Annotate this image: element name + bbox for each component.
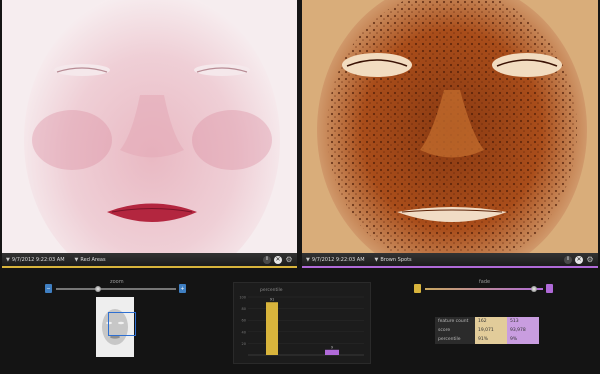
chart-data-label: 91 xyxy=(270,298,274,302)
stat-label: percentile xyxy=(435,335,475,344)
right-date-selector[interactable]: 9/7/2012 9:22:03 AM xyxy=(312,257,365,263)
chart-y-tick-label: 20 xyxy=(242,342,246,346)
chart-y-tick-label: 100 xyxy=(239,296,246,300)
right-mode-label: Brown Spots xyxy=(380,256,412,263)
table-row: feature count 162 513 xyxy=(435,317,539,326)
gear-icon[interactable]: ⚙ xyxy=(285,255,293,264)
chart-bar xyxy=(266,302,278,355)
mode-dropdown-arrow-icon: ▼ xyxy=(374,256,379,263)
zoom-label: zoom xyxy=(110,279,124,285)
fade-slider-track[interactable] xyxy=(425,288,543,290)
left-date-selector[interactable]: 9/7/2012 9:22:03 AM xyxy=(12,257,65,263)
chart-y-tick-label: 80 xyxy=(242,307,246,311)
fade-slider-handle[interactable] xyxy=(530,286,537,292)
right-mode-selector[interactable]: ▼ Brown Spots xyxy=(375,257,412,263)
percentile-chart: percentile 100 80 60 40 20 91 9 xyxy=(233,282,371,364)
statistics-table: feature count 162 513 score 19,071 93,97… xyxy=(435,317,539,344)
mode-dropdown-arrow-icon: ▼ xyxy=(74,256,79,263)
brown-spots-face-graphic xyxy=(302,0,598,253)
red-areas-value: 91% xyxy=(475,335,507,344)
chart-data-label: 9 xyxy=(331,345,333,349)
left-mode-label: Red Areas xyxy=(80,256,106,263)
close-icon[interactable]: ✕ xyxy=(274,255,282,264)
analysis-panel: zoom − + percentile 100 80 60 40 20 91 9 fade… xyxy=(0,268,600,374)
zoom-viewport-rectangle[interactable] xyxy=(108,312,136,336)
zoom-slider-track[interactable] xyxy=(56,288,176,290)
info-icon[interactable]: i xyxy=(263,255,271,264)
stat-label: feature count xyxy=(435,317,475,326)
stat-label: score xyxy=(435,326,475,335)
red-areas-face-graphic xyxy=(2,0,297,253)
chart-y-tick-label: 40 xyxy=(242,330,246,334)
brown-spots-value: 513 xyxy=(507,317,539,326)
left-panel-toolbar: ▼ 9/7/2012 9:22:03 AM ▼ Red Areas i ✕ ⚙ xyxy=(2,253,297,268)
left-mode-selector[interactable]: ▼ Red Areas xyxy=(75,257,106,263)
brown-spots-value: 93,978 xyxy=(507,326,539,335)
zoom-slider-handle[interactable] xyxy=(95,286,101,292)
close-icon[interactable]: ✕ xyxy=(575,255,583,264)
brown-spots-value: 9% xyxy=(507,335,539,344)
table-row: score 19,071 93,978 xyxy=(435,326,539,335)
fade-right-button[interactable] xyxy=(546,284,553,293)
zoom-out-button[interactable]: − xyxy=(45,284,52,293)
date-dropdown-arrow-icon[interactable]: ▼ xyxy=(306,257,310,263)
chart-title: percentile xyxy=(260,287,283,293)
right-face-image xyxy=(302,0,598,253)
info-icon[interactable]: i xyxy=(564,255,572,264)
table-row: percentile 91% 9% xyxy=(435,335,539,344)
fade-left-button[interactable] xyxy=(414,284,421,293)
right-panel-toolbar: ▼ 9/7/2012 9:22:03 AM ▼ Brown Spots i ✕ … xyxy=(302,253,598,268)
zoom-in-button[interactable]: + xyxy=(179,284,186,293)
left-face-image xyxy=(2,0,297,253)
red-areas-value: 19,071 xyxy=(475,326,507,335)
percentile-chart-svg: percentile 100 80 60 40 20 91 9 xyxy=(239,287,364,356)
fade-label: fade xyxy=(479,279,491,285)
chart-bar xyxy=(325,349,339,355)
date-dropdown-arrow-icon[interactable]: ▼ xyxy=(6,257,10,263)
chart-y-tick-label: 60 xyxy=(242,319,246,323)
red-areas-value: 162 xyxy=(475,317,507,326)
gear-icon[interactable]: ⚙ xyxy=(586,255,594,264)
